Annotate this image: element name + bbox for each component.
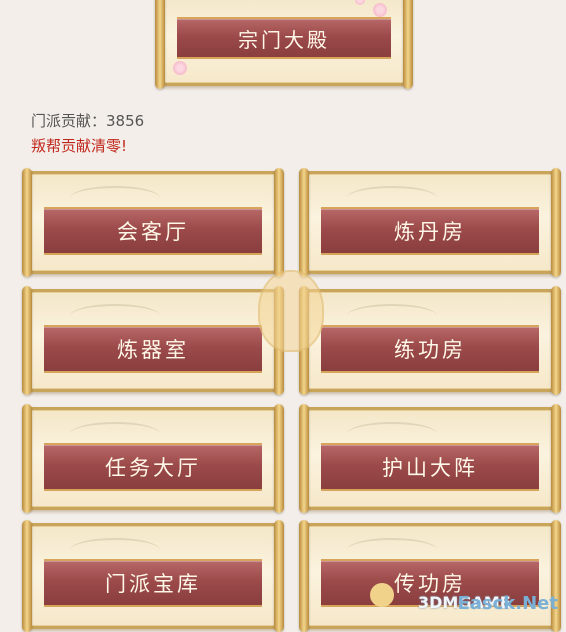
building-label: 炼器室	[44, 325, 262, 373]
main-hall-title: 宗门大殿	[177, 17, 391, 59]
contribution-value: 3856	[106, 112, 145, 130]
chick-watermark-icon	[370, 583, 394, 607]
building-card-mountain-array[interactable]: 护山大阵	[299, 404, 561, 513]
building-label: 任务大厅	[44, 443, 262, 491]
building-card-mission-hall[interactable]: 任务大厅	[22, 404, 284, 513]
main-hall-scroll[interactable]: 宗门大殿	[155, 0, 413, 89]
building-card-treasury[interactable]: 门派宝库	[22, 520, 284, 632]
contribution-warning: 叛帮贡献清零!	[31, 137, 128, 155]
building-card-alchemy-room[interactable]: 炼丹房	[299, 168, 561, 277]
building-label: 门派宝库	[44, 559, 262, 607]
building-label: 护山大阵	[321, 443, 539, 491]
sakura-decoration	[373, 3, 387, 17]
sakura-decoration	[355, 0, 365, 5]
building-label: 炼丹房	[321, 207, 539, 255]
building-card-reception-hall[interactable]: 会客厅	[22, 168, 284, 277]
building-label: 会客厅	[44, 207, 262, 255]
contribution-line: 门派贡献：3856	[31, 110, 144, 131]
building-label: 练功房	[321, 325, 539, 373]
mascot-watermark-icon	[258, 270, 324, 352]
sakura-decoration	[173, 61, 187, 75]
building-card-forge-room[interactable]: 炼器室	[22, 286, 284, 395]
watermark-easck: Easck.Net	[457, 593, 558, 614]
building-card-training-room[interactable]: 练功房	[299, 286, 561, 395]
contribution-label: 门派贡献：	[31, 112, 107, 130]
